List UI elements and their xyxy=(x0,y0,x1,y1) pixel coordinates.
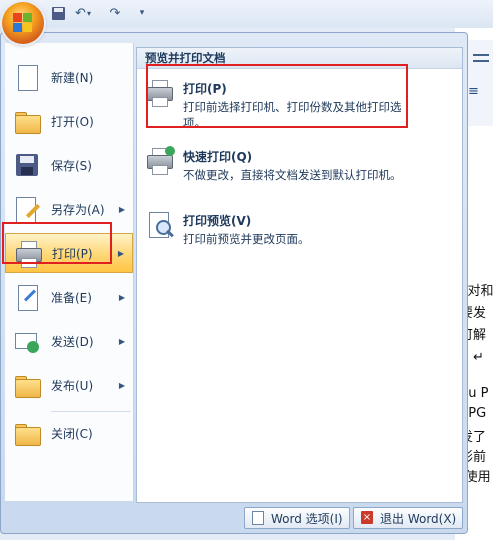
exit-icon: × xyxy=(361,511,373,524)
quick-access-toolbar: ↶ ▾ ↷ ▾ xyxy=(0,0,493,29)
print-submenu: 预览并打印文档 打印(P) 打印前选择打印机、打印份数及其他打印选项。 快速打印… xyxy=(136,47,463,503)
menu-item-label: 关闭(C) xyxy=(51,426,93,441)
redo-icon[interactable]: ↷ xyxy=(106,5,124,21)
submenu-header: 预览并打印文档 xyxy=(137,48,462,69)
print-option[interactable]: 打印(P) 打印前选择打印机、打印份数及其他打印选项。 xyxy=(145,78,445,131)
option-title: 打印预览(V) xyxy=(183,214,252,228)
save-icon[interactable] xyxy=(50,5,66,21)
close-folder-icon xyxy=(13,419,41,447)
menu-item-close[interactable]: 关闭(C) xyxy=(5,413,133,453)
option-description: 不做更改，直接将文档发送到默认打印机。 xyxy=(183,168,402,182)
word-options-button[interactable]: Word 选项(I) xyxy=(244,507,350,529)
submenu-arrow-icon: ▶ xyxy=(117,248,124,258)
customize-icon[interactable]: ▾ xyxy=(136,5,148,21)
office-button[interactable] xyxy=(2,2,44,44)
save-disk-icon xyxy=(13,151,41,179)
printer-icon xyxy=(145,78,177,110)
menu-item-label: 准备(E) xyxy=(51,290,92,305)
button-label: 退出 Word(X) xyxy=(380,511,457,526)
menu-item-save[interactable]: 保存(S) xyxy=(5,145,133,185)
prepare-icon xyxy=(13,283,41,311)
option-description: 打印前选择打印机、打印份数及其他打印选项。 xyxy=(183,100,402,130)
menu-separator xyxy=(51,411,131,412)
office-logo-icon xyxy=(13,13,33,33)
options-icon xyxy=(251,511,265,525)
submenu-arrow-icon: ▶ xyxy=(118,336,125,346)
submenu-arrow-icon: ▶ xyxy=(118,292,125,302)
printer-icon xyxy=(14,239,42,268)
publish-icon xyxy=(13,371,41,399)
menu-item-print[interactable]: 打印(P) ▶ xyxy=(5,233,133,273)
menu-command-list: 新建(N) 打开(O) 保存(S) 另存为(A) ▶ 打印(P) ▶ 准备(E)… xyxy=(5,43,134,501)
quick-print-icon xyxy=(145,146,177,178)
print-preview-icon xyxy=(145,210,177,242)
submenu-arrow-icon: ▶ xyxy=(118,204,125,214)
send-icon xyxy=(13,327,41,355)
submenu-arrow-icon: ▶ xyxy=(118,380,125,390)
menu-item-send[interactable]: 发送(D) ▶ xyxy=(5,321,133,361)
quick-print-option[interactable]: 快速打印(Q) 不做更改，直接将文档发送到默认打印机。 xyxy=(145,146,445,183)
menu-item-label: 另存为(A) xyxy=(51,202,105,217)
menu-item-label: 保存(S) xyxy=(51,158,92,173)
menu-item-label: 打开(O) xyxy=(51,114,94,129)
open-folder-icon xyxy=(13,107,41,135)
menu-item-label: 新建(N) xyxy=(51,70,94,85)
button-label: Word 选项(I) xyxy=(271,511,343,526)
save-as-icon xyxy=(13,195,41,223)
option-title: 打印(P) xyxy=(183,82,227,96)
option-title: 快速打印(Q) xyxy=(183,150,253,164)
undo-icon[interactable]: ↶ ▾ xyxy=(72,5,94,21)
menu-item-prepare[interactable]: 准备(E) ▶ xyxy=(5,277,133,317)
menu-item-publish[interactable]: 发布(U) ▶ xyxy=(5,365,133,405)
align-icon[interactable]: ≡ xyxy=(468,84,479,99)
menu-item-label: 打印(P) xyxy=(52,246,93,261)
new-document-icon xyxy=(13,63,41,91)
print-preview-option[interactable]: 打印预览(V) 打印前预览并更改页面。 xyxy=(145,210,445,247)
menu-item-open[interactable]: 打开(O) xyxy=(5,101,133,141)
menu-item-save-as[interactable]: 另存为(A) ▶ xyxy=(5,189,133,229)
menu-item-new[interactable]: 新建(N) xyxy=(5,57,133,97)
option-description: 打印前预览并更改页面。 xyxy=(183,232,310,246)
exit-word-button[interactable]: × 退出 Word(X) xyxy=(353,507,464,529)
office-menu: 新建(N) 打开(O) 保存(S) 另存为(A) ▶ 打印(P) ▶ 准备(E)… xyxy=(0,32,468,534)
menu-item-label: 发布(U) xyxy=(51,378,94,393)
menu-item-label: 发送(D) xyxy=(51,334,94,349)
